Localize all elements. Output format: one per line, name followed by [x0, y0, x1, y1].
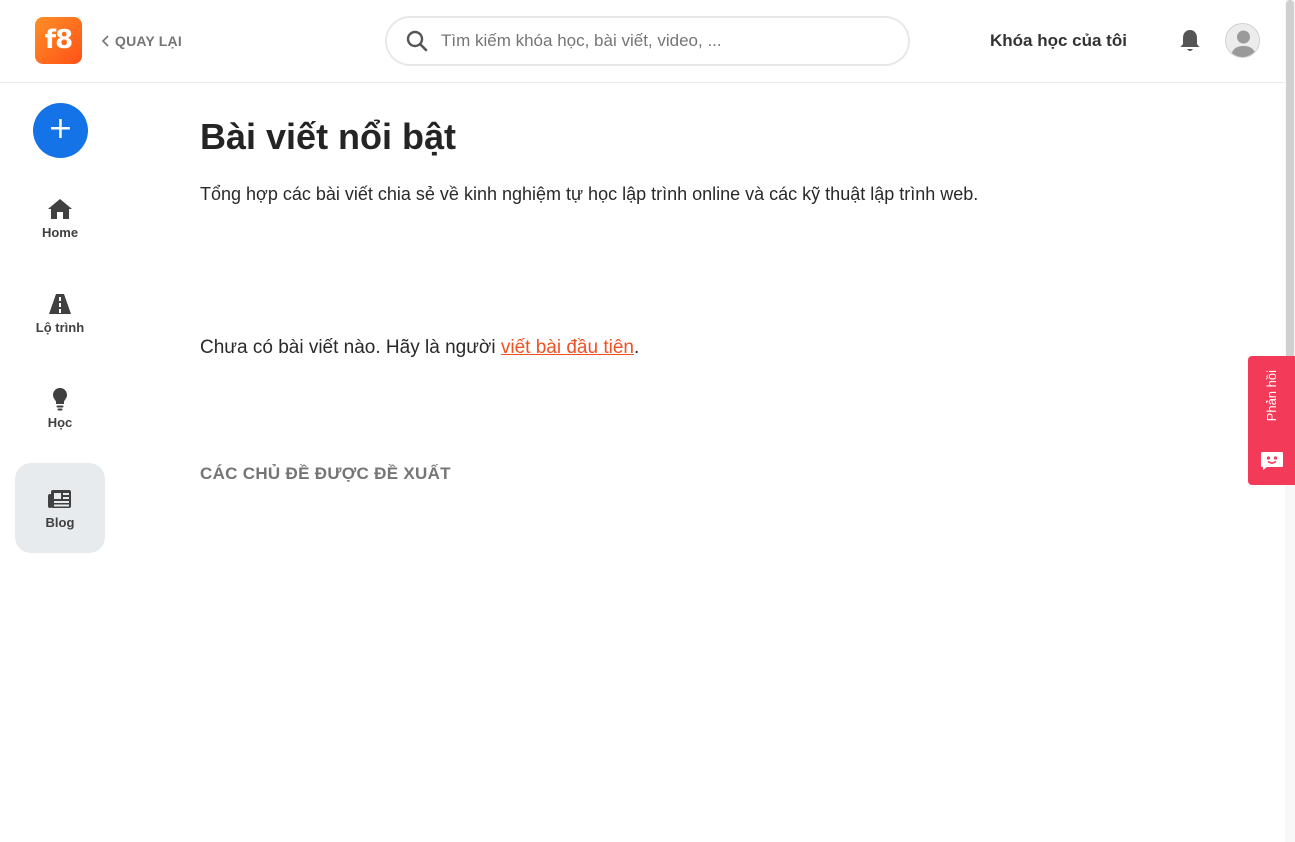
feedback-label: Phản hồi — [1264, 370, 1279, 422]
f8-logo[interactable]: f8 — [35, 17, 82, 64]
home-icon — [48, 198, 72, 219]
suggested-topics-heading: CÁC CHỦ ĐỀ ĐƯỢC ĐỀ XUẤT — [200, 464, 451, 483]
bell-icon[interactable] — [1178, 28, 1202, 54]
sidebar-item-blog[interactable]: Blog — [15, 463, 105, 553]
empty-state-prefix: Chưa có bài viết nào. Hãy là người — [200, 337, 501, 358]
sidebar-item-label: Lộ trình — [35, 319, 85, 335]
search-icon — [406, 30, 428, 52]
page-title: Bài viết nổi bật — [200, 116, 457, 157]
back-label: QUAY LẠI — [115, 33, 182, 49]
create-post-button[interactable]: + — [33, 103, 88, 158]
search-bar[interactable] — [385, 16, 910, 66]
newspaper-icon — [48, 489, 71, 508]
sidebar-item-label: Home — [41, 224, 79, 240]
sidebar-item-label: Học — [47, 414, 73, 430]
avatar-placeholder-icon — [1226, 24, 1259, 57]
page-description: Tổng hợp các bài viết chia sẻ về kinh ng… — [200, 184, 979, 204]
feedback-tab[interactable]: Phản hồi — [1248, 356, 1295, 485]
sidebar-item-label: Blog — [45, 514, 75, 530]
road-icon — [49, 293, 71, 314]
header: f8 QUAY LẠI Khóa học của tôi — [0, 0, 1285, 83]
write-first-post-link[interactable]: viết bài đầu tiên — [501, 337, 634, 358]
search-input[interactable] — [441, 31, 881, 51]
lightbulb-icon — [53, 387, 67, 410]
back-link[interactable]: QUAY LẠI — [101, 31, 182, 51]
empty-state-message: Chưa có bài viết nào. Hãy là người viết … — [200, 337, 639, 359]
user-avatar[interactable] — [1225, 23, 1260, 58]
sidebar-item-home[interactable]: Home — [15, 173, 105, 263]
empty-state-suffix: . — [633, 337, 640, 358]
chevron-left-icon — [101, 35, 109, 47]
sidebar-item-learn[interactable]: Học — [15, 363, 105, 453]
sidebar-item-roadmap[interactable]: Lộ trình — [15, 268, 105, 358]
chat-face-icon — [1260, 452, 1283, 470]
my-courses-link[interactable]: Khóa học của tôi — [990, 31, 1127, 51]
